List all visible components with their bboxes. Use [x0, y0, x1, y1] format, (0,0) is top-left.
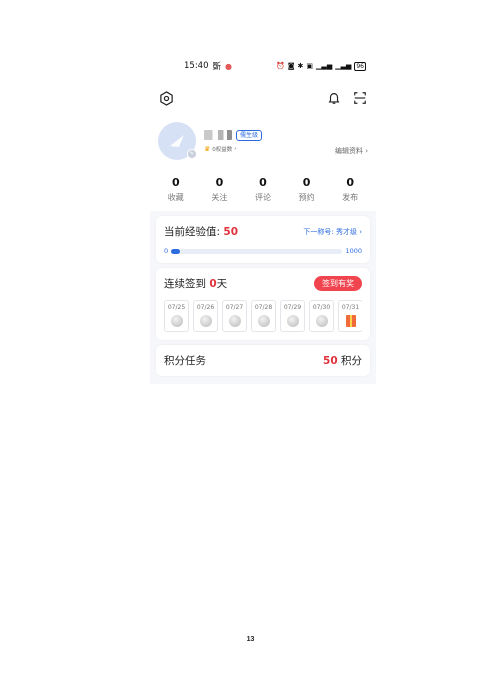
gift-icon [345, 315, 356, 327]
sign-in-button[interactable]: 签到有奖 [314, 276, 362, 291]
stat-value: 0 [259, 176, 267, 189]
sign-in-days: 0 [209, 278, 217, 290]
stat-label: 预约 [298, 193, 315, 202]
sign-day-date: 07/30 [312, 304, 331, 311]
stat-label: 评论 [254, 193, 271, 202]
stat-value: 0 [346, 176, 354, 189]
signal-icon-2: ▁▃▅ [335, 62, 352, 70]
sign-day[interactable]: 07/26 [193, 300, 218, 332]
stats-row: 0 收藏 0 关注 0 评论 0 预约 0 发布 [150, 170, 376, 211]
coin-icon [228, 315, 241, 327]
chevron-right-icon: › [365, 147, 368, 155]
sign-in-card: 连续签到 0天 签到有奖 07/25 07/26 07/27 07/28 07/… [156, 268, 370, 340]
progress-max: 1000 [345, 247, 362, 255]
coin-icon [170, 315, 183, 327]
vibrate-icon: ◙ [287, 62, 295, 70]
sign-day-date: 07/25 [167, 304, 186, 311]
sign-day-date: 07/26 [196, 304, 215, 311]
experience-title: 当前经验值: 50 [164, 224, 238, 239]
sign-in-suffix: 天 [216, 278, 228, 290]
battery-icon: 96 [354, 61, 366, 71]
experience-label: 当前经验值: [164, 226, 221, 238]
stat-value: 0 [171, 176, 180, 189]
username-redacted [204, 130, 232, 140]
coin-icon [199, 315, 212, 327]
bluetooth-icon: ✱ [297, 62, 304, 70]
stat-value: 0 [302, 176, 311, 189]
sign-day[interactable]: 07/28 [251, 300, 276, 332]
profile-header: ✎ 儒生级 ♛ 0权益数 › 编辑资料 › [150, 116, 376, 170]
settings-hexagon-icon[interactable] [158, 90, 174, 106]
stat-label: 收藏 [167, 193, 184, 202]
notification-dot-icon: ● [225, 61, 232, 71]
coin-icon [257, 315, 270, 327]
avatar-placeholder-icon [170, 135, 184, 147]
status-time: 15:40 [184, 61, 209, 71]
sign-day-date: 07/27 [225, 304, 244, 311]
sign-in-calendar: 07/25 07/26 07/27 07/28 07/29 07/30 07/3… [164, 300, 362, 332]
chevron-right-icon: › [234, 145, 237, 152]
progress-min: 0 [164, 247, 169, 255]
edit-profile-link[interactable]: 编辑资料 › [335, 146, 368, 156]
stat-favorites[interactable]: 0 收藏 [156, 176, 196, 203]
sign-day[interactable]: 07/31 [338, 300, 362, 332]
sign-day[interactable]: 07/27 [222, 300, 247, 332]
sign-day-date: 07/31 [341, 304, 360, 311]
stat-comments[interactable]: 0 评论 [243, 176, 283, 203]
coin-icon [315, 315, 328, 327]
phone-screen: 15:40 斲 ● ⏰ ◙ ✱ ▣ ▁▃▅ ▁▃▅ 96 ✎ 儒生级 ♛ 0权益… [150, 52, 376, 384]
stat-label: 关注 [211, 193, 228, 202]
avatar-edit-badge-icon[interactable]: ✎ [187, 149, 197, 159]
sign-in-prefix: 连续签到 [164, 278, 206, 290]
carrier-icon: 斲 [212, 62, 222, 72]
sign-day[interactable]: 07/25 [164, 300, 189, 332]
status-bar: 15:40 斲 ● ⏰ ◙ ✱ ▣ ▁▃▅ ▁▃▅ 96 [150, 52, 376, 80]
sign-day-date: 07/28 [254, 304, 273, 311]
level-badge: 儒生级 [236, 129, 263, 141]
tasks-points: 50 积分 [323, 353, 362, 368]
stat-following[interactable]: 0 关注 [199, 176, 239, 203]
experience-value: 50 [223, 226, 239, 238]
signal-icon-1: ▁▃▅ [316, 62, 333, 70]
bell-icon[interactable] [326, 90, 342, 106]
sign-in-title: 连续签到 0天 [164, 276, 227, 291]
nfc-icon: ▣ [306, 62, 314, 70]
tasks-title: 积分任务 [164, 355, 206, 367]
page-number: 13 [246, 636, 255, 643]
rights-count: 0权益数 [212, 146, 233, 153]
next-level-label: 下一称号: 秀才级 [303, 227, 357, 236]
sign-day[interactable]: 07/30 [309, 300, 334, 332]
alarm-icon: ⏰ [276, 62, 285, 70]
sign-day-date: 07/29 [283, 304, 302, 311]
stat-reservations[interactable]: 0 预约 [287, 176, 327, 203]
avatar[interactable]: ✎ [158, 122, 197, 160]
progress-fill [171, 248, 180, 254]
tasks-card: 积分任务 50 积分 [156, 345, 370, 376]
edit-profile-label: 编辑资料 [334, 147, 363, 155]
scan-icon[interactable] [352, 90, 368, 106]
next-level-link[interactable]: 下一称号: 秀才级 › [303, 227, 362, 237]
tasks-points-value: 50 [323, 355, 338, 367]
experience-progress: 0 1000 [164, 247, 362, 255]
chevron-right-icon: › [359, 227, 362, 236]
top-bar [150, 80, 376, 116]
stat-label: 发布 [342, 193, 359, 202]
tasks-points-unit: 积分 [341, 355, 362, 367]
stat-value: 0 [215, 176, 224, 189]
progress-track [171, 248, 343, 254]
sign-day[interactable]: 07/29 [280, 300, 305, 332]
experience-card: 当前经验值: 50 下一称号: 秀才级 › 0 1000 [156, 216, 370, 263]
stat-posts[interactable]: 0 发布 [330, 176, 370, 203]
rights-link[interactable]: ♛ 0权益数 › [204, 145, 262, 153]
crown-icon: ♛ [204, 144, 211, 153]
coin-icon [286, 315, 299, 327]
